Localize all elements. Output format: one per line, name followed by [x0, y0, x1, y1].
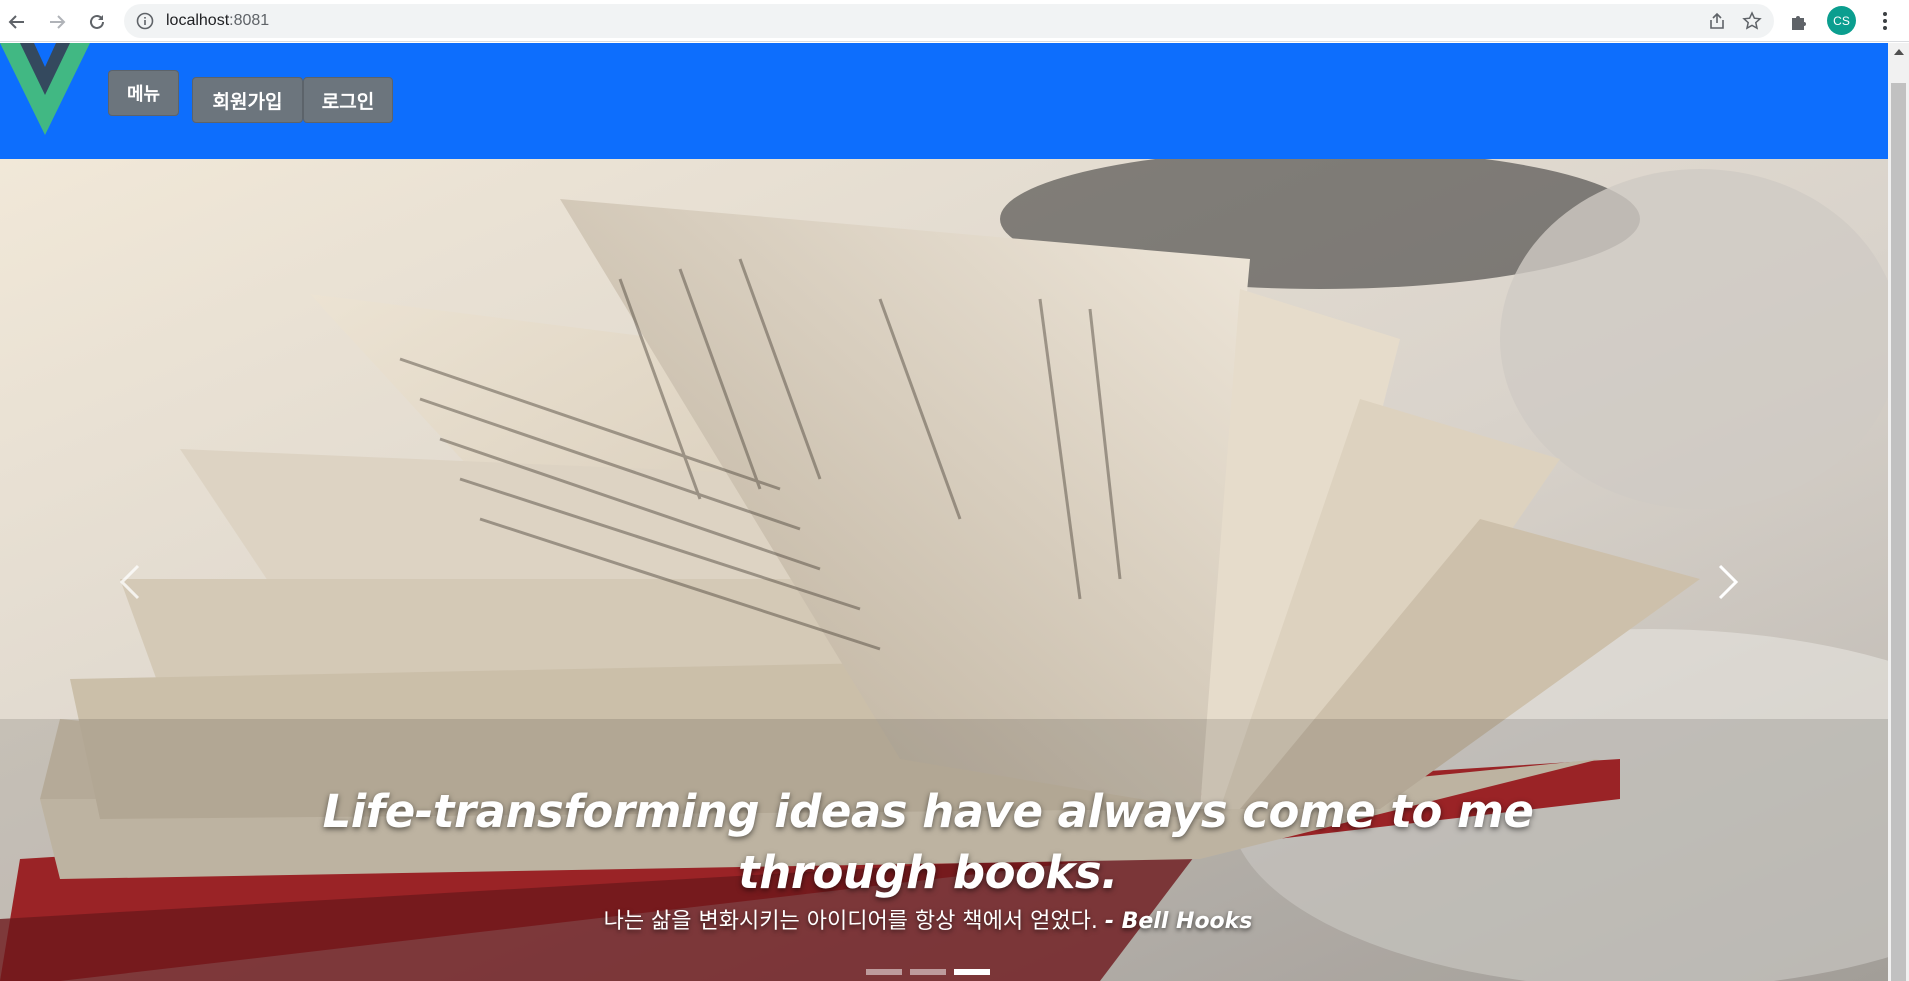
url-port: :8081 [229, 12, 270, 29]
vue-logo[interactable] [0, 43, 90, 135]
carousel-next-chevron-right-icon[interactable] [1706, 562, 1746, 602]
caption-author: - Bell Hooks [1104, 909, 1253, 934]
url-text[interactable]: localhost:8081 [166, 12, 269, 30]
signup-button[interactable]: 회원가입 [192, 77, 303, 123]
page-viewport: 메뉴 회원가입 로그인 Life-transforming ideas have… [0, 43, 1888, 981]
bookmark-star-icon[interactable] [1742, 11, 1762, 31]
hero-carousel: Life-transforming ideas have always come… [0, 159, 1888, 981]
caption-translation: 나는 삶을 변화시키는 아이디어를 항상 책에서 얻었다. [603, 909, 1098, 934]
menu-button[interactable]: 메뉴 [108, 70, 179, 116]
app-header: 메뉴 회원가입 로그인 [0, 43, 1888, 159]
info-icon[interactable] [136, 12, 154, 30]
carousel-caption: Life-transforming ideas have always come… [240, 781, 1616, 937]
scroll-up-arrow-icon[interactable] [1894, 49, 1904, 55]
scrollbar-thumb[interactable] [1891, 83, 1906, 981]
carousel-indicator-1[interactable] [866, 969, 902, 975]
back-button[interactable] [3, 8, 31, 36]
profile-initials: CS [1833, 13, 1850, 28]
caption-translation-line: 나는 삶을 변화시키는 아이디어를 항상 책에서 얻었다. - Bell Hoo… [240, 907, 1616, 937]
arrow-left-icon [8, 15, 24, 29]
carousel-indicator-3[interactable] [954, 969, 990, 975]
carousel-indicators [866, 969, 990, 975]
url-host: localhost [166, 12, 230, 29]
profile-avatar[interactable]: CS [1827, 6, 1856, 35]
arrow-right-icon [50, 15, 66, 29]
address-bar[interactable]: localhost:8081 [124, 4, 1774, 38]
forward-button[interactable] [43, 8, 71, 36]
reload-icon [90, 14, 104, 29]
login-button[interactable]: 로그인 [303, 77, 393, 123]
extensions-puzzle-icon[interactable] [1788, 10, 1810, 32]
browser-menu-icon[interactable] [1879, 8, 1891, 34]
browser-toolbar: localhost:8081 CS [0, 0, 1909, 42]
reload-button[interactable] [83, 8, 111, 36]
page-scrollbar[interactable] [1888, 43, 1909, 981]
carousel-prev-chevron-left-icon[interactable] [112, 562, 152, 602]
caption-quote: Life-transforming ideas have always come… [322, 785, 1534, 899]
carousel-indicator-2[interactable] [910, 969, 946, 975]
share-icon[interactable] [1708, 12, 1726, 30]
